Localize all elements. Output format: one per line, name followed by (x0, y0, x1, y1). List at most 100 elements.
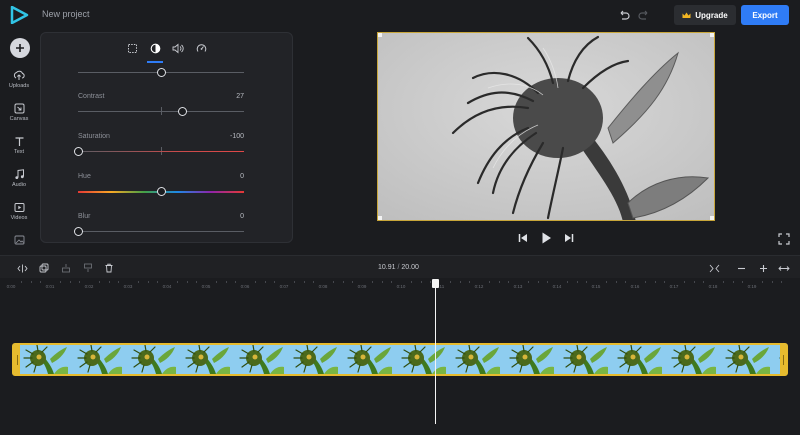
app-logo-icon[interactable] (10, 6, 30, 24)
export-button[interactable]: Export (741, 5, 789, 25)
contrast-slider-knob[interactable] (178, 107, 188, 116)
resize-handle-bottom-left[interactable] (378, 216, 382, 220)
tab-crop[interactable] (125, 41, 139, 55)
timeline-toolbar: 10.91 / 20.00 (0, 255, 800, 278)
play-button[interactable] (539, 231, 553, 245)
clip-trim-end-handle[interactable] (780, 345, 786, 374)
redo-icon[interactable] (637, 8, 651, 22)
tab-volume[interactable] (171, 41, 185, 55)
sidebar-item-label: Canvas (9, 116, 29, 122)
total-time: 20.00 (401, 264, 419, 271)
ruler-minor-tick (30, 281, 32, 283)
contrast-track[interactable] (78, 111, 244, 112)
ruler-minor-tick (352, 281, 354, 283)
ruler-tick-label: 0:07 (279, 284, 289, 289)
ruler-minor-tick (313, 281, 315, 283)
zoom-out-button[interactable] (733, 261, 749, 275)
fullscreen-button[interactable] (778, 232, 790, 245)
sidebar-item-canvas[interactable]: Canvas (0, 103, 38, 129)
ruler-minor-tick (108, 281, 110, 283)
timeline-ruler[interactable]: 0:00 0:01 0:02 0:03 0:04 0:05 0:06 0:07 0:08 0:09… (0, 278, 800, 294)
ruler-minor-tick (59, 281, 61, 283)
resize-handle-top-left[interactable] (378, 33, 382, 37)
duplicate-button[interactable] (36, 261, 52, 275)
saturation-slider-knob[interactable] (73, 147, 83, 156)
sidebar-item-text[interactable]: Text (0, 136, 38, 162)
blur-track[interactable] (78, 231, 244, 232)
add-media-button[interactable] (10, 38, 30, 58)
expand-timeline-button[interactable] (776, 261, 792, 275)
filmstrip-thumbnail (392, 345, 446, 374)
ruler-minor-tick (147, 281, 149, 283)
ruler-minor-tick (157, 281, 159, 283)
playhead-handle[interactable] (432, 279, 439, 288)
fit-icon (709, 264, 719, 272)
sidebar-item-label: Text (13, 149, 25, 155)
adjust-row-hue: Hue 0 (78, 173, 244, 199)
ruler-minor-tick (79, 281, 81, 283)
blur-slider-knob[interactable] (73, 227, 83, 236)
ruler-minor-tick (654, 281, 656, 283)
ruler-tick-label: 0:05 (201, 284, 211, 289)
resize-handle-top-right[interactable] (710, 33, 714, 37)
split-button[interactable] (14, 261, 30, 275)
active-tab-indicator (147, 61, 163, 63)
clip-trim-start-handle[interactable] (14, 345, 20, 374)
brightness-slider-knob[interactable] (156, 68, 166, 77)
sidebar-item-uploads[interactable]: Uploads (0, 70, 38, 96)
delete-button[interactable] (101, 261, 117, 275)
playhead-line (435, 284, 436, 424)
play-icon (542, 232, 551, 244)
saturation-track[interactable] (78, 151, 244, 152)
ruler-tick-label: 0:14 (552, 284, 562, 289)
ruler-minor-tick (264, 281, 266, 283)
resize-handle-bottom-right[interactable] (710, 216, 714, 220)
filmstrip-thumbnail (230, 345, 284, 374)
time-separator: / (397, 264, 400, 271)
video-preview[interactable] (377, 32, 715, 221)
layer-up-icon (62, 264, 70, 273)
send-backward-button[interactable] (80, 261, 96, 275)
ruler-minor-tick (683, 281, 685, 283)
adjust-icon (150, 43, 160, 53)
crop-icon (127, 43, 137, 53)
hue-slider-knob[interactable] (156, 187, 166, 196)
tab-speed[interactable] (194, 41, 208, 55)
audio-icon (14, 169, 24, 179)
tab-adjust[interactable] (148, 41, 162, 55)
zoom-in-button[interactable] (755, 261, 771, 275)
skip-forward-button[interactable] (562, 231, 576, 245)
ruler-minor-tick (196, 281, 198, 283)
ruler-minor-tick (215, 281, 217, 283)
adjust-row-contrast: Contrast 27 (78, 93, 244, 119)
ruler-tick-label: 0:12 (474, 284, 484, 289)
sidebar-item-label: Uploads (8, 83, 30, 89)
ruler-minor-tick (293, 281, 295, 283)
blur-value[interactable]: 0 (240, 213, 244, 220)
ruler-tick-label: 0:03 (123, 284, 133, 289)
ruler-tick-label: 0:16 (630, 284, 640, 289)
undo-icon[interactable] (617, 8, 631, 22)
upload-icon (13, 70, 25, 80)
hue-value[interactable]: 0 (240, 173, 244, 180)
saturation-value[interactable]: -100 (230, 133, 244, 140)
ruler-minor-tick (137, 281, 139, 283)
ruler-minor-tick (118, 281, 120, 283)
upgrade-label: Upgrade (695, 10, 728, 20)
project-title[interactable]: New project (42, 9, 90, 19)
ruler-minor-tick (449, 281, 451, 283)
left-sidebar: Uploads Canvas Text Audio Videos (0, 30, 38, 255)
ruler-minor-tick (410, 281, 412, 283)
skip-back-button[interactable] (516, 231, 530, 245)
sidebar-item-videos[interactable]: Videos (0, 202, 38, 228)
upgrade-button[interactable]: Upgrade (674, 5, 736, 25)
filmstrip-thumbnail (338, 345, 392, 374)
sidebar-item-audio[interactable]: Audio (0, 169, 38, 195)
video-clip[interactable] (12, 343, 788, 376)
top-bar: New project Upgrade Export (0, 0, 800, 30)
contrast-value[interactable]: 27 (236, 93, 244, 100)
saturation-label: Saturation (78, 133, 110, 140)
fit-timeline-button[interactable] (706, 261, 722, 275)
sunflower-preview-image (378, 33, 714, 220)
bring-forward-button[interactable] (58, 261, 74, 275)
